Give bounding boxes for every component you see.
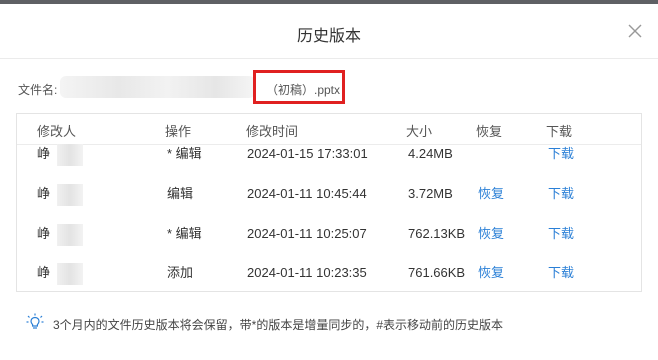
row-operation: 添加 (167, 265, 194, 280)
modifier-redacted (57, 263, 83, 285)
window-top-strip (0, 0, 658, 4)
row-modifier: 峥 (37, 146, 51, 161)
table-row: 峥 添加 2024-01-11 10:23:35 761.66KB 恢复 下载 (17, 253, 641, 293)
tip-text: 3个月内的文件历史版本将会保留，带*的版本是增量同步的，#表示移动前的历史版本 (53, 318, 504, 332)
close-button[interactable] (626, 22, 644, 40)
restore-link[interactable]: 恢复 (478, 253, 504, 293)
row-operation: * 编辑 (167, 146, 202, 161)
row-time: 2024-01-15 17:33:01 (247, 146, 368, 161)
download-link[interactable]: 下载 (548, 253, 574, 293)
download-link[interactable]: 下载 (548, 174, 574, 214)
dialog-title: 历史版本 (296, 28, 361, 45)
modifier-redacted (57, 224, 83, 246)
row-size: 4.24MB (408, 146, 453, 161)
restore-link[interactable]: 恢复 (478, 214, 504, 254)
row-modifier: 峥 (37, 226, 51, 241)
row-operation: 编辑 (167, 186, 194, 201)
modifier-redacted (57, 184, 83, 206)
row-modifier: 峥 (37, 265, 51, 280)
modifier-redacted (57, 144, 83, 166)
row-size: 762.13KB (408, 226, 466, 241)
row-time: 2024-01-11 10:25:07 (247, 226, 367, 241)
row-time: 2024-01-11 10:23:35 (247, 265, 367, 280)
title-divider (0, 58, 658, 59)
version-history-table: 修改人 操作 修改时间 大小 恢复 下载 峥 * 编辑 2024-01-15 1… (16, 113, 642, 292)
row-modifier: 峥 (37, 186, 51, 201)
download-link[interactable]: 下载 (548, 134, 574, 174)
row-time: 2024-01-11 10:45:44 (247, 186, 367, 201)
close-icon (628, 24, 642, 38)
row-operation: * 编辑 (167, 226, 202, 241)
restore-link[interactable]: 恢复 (478, 174, 504, 214)
file-name-redacted (60, 76, 255, 98)
table-row: 峥 * 编辑 2024-01-15 17:33:01 4.24MB 下载 (17, 134, 641, 174)
lightbulb-icon (26, 313, 44, 329)
row-size: 761.66KB (408, 265, 466, 280)
table-row: 峥 * 编辑 2024-01-11 10:25:07 762.13KB 恢复 下… (17, 214, 641, 254)
table-row: 峥 编辑 2024-01-11 10:45:44 3.72MB 恢复 下载 (17, 174, 641, 214)
file-name-label: 文件名: (18, 83, 58, 97)
download-link[interactable]: 下载 (548, 214, 574, 254)
row-size: 3.72MB (408, 186, 453, 201)
highlight-annotation (253, 70, 345, 104)
